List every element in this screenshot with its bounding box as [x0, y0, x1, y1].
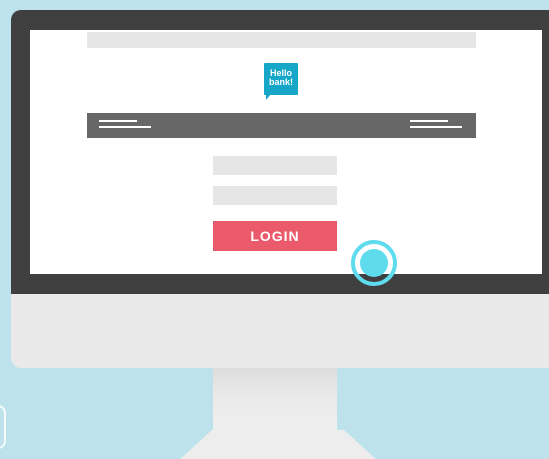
- logo-speech-tail: [266, 94, 271, 100]
- navigation-bar: [87, 113, 476, 138]
- menu-line-icon[interactable]: [410, 126, 462, 128]
- login-button[interactable]: LOGIN: [213, 221, 337, 251]
- menu-line-icon[interactable]: [99, 126, 151, 128]
- illustration-scene: Hello bank! LOGIN: [0, 0, 549, 459]
- monitor-screen: Hello bank! LOGIN: [30, 30, 542, 286]
- username-field[interactable]: [213, 156, 337, 175]
- tap-indicator-dot: [360, 249, 388, 277]
- monitor-chin: [11, 294, 549, 368]
- decorative-outline: [0, 405, 6, 449]
- address-bar[interactable]: [87, 32, 476, 48]
- tap-indicator-icon: [351, 240, 397, 286]
- menu-line-icon[interactable]: [410, 120, 448, 122]
- menu-line-icon[interactable]: [99, 120, 137, 122]
- monitor-stand-neck: [213, 366, 337, 436]
- password-field[interactable]: [213, 186, 337, 205]
- logo-text-line2: bank!: [268, 77, 293, 87]
- monitor-stand-base: [168, 430, 388, 459]
- hello-bank-logo: Hello bank!: [264, 63, 298, 100]
